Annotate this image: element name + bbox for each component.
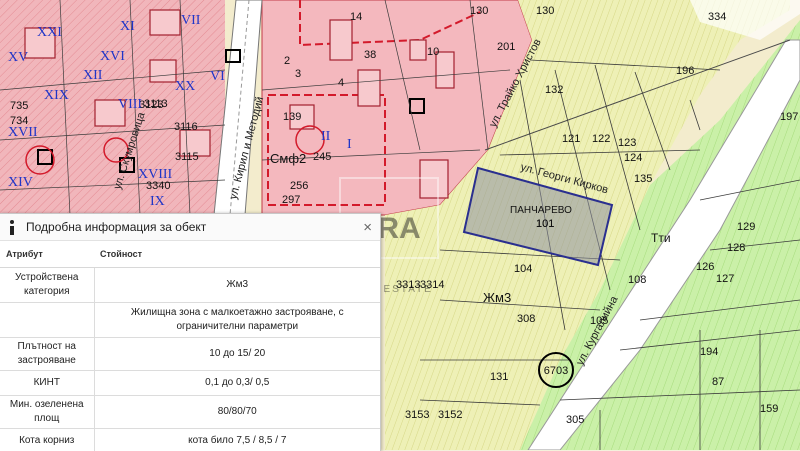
table-row: КИНТ 0,1 до 0,3/ 0,5: [0, 371, 380, 396]
roman-numeral-label: XIX: [44, 88, 69, 103]
roman-numeral-label: XX: [175, 79, 195, 94]
parcel-number-label: 2: [284, 55, 290, 67]
parcel-number-label: 197: [780, 111, 798, 123]
parcel-number-label: 121: [562, 133, 580, 145]
parcel-number-label: 130: [536, 5, 554, 17]
row-attribute: [0, 303, 94, 338]
parcel-number-label: 3: [295, 68, 301, 80]
table-row: Жилищна зона с малкоетажно застрояване, …: [0, 303, 380, 338]
parcel-number-label: 3153: [405, 409, 429, 421]
parcel-number-label: 735: [10, 100, 28, 112]
parcel-number-label: 128: [727, 242, 745, 254]
parcel-number-label: 3313: [396, 279, 420, 291]
parcel-number-label: 3115: [175, 151, 199, 163]
row-attribute: Кота корниз: [0, 429, 94, 451]
parcel-number-label: 256: [290, 180, 308, 192]
parcel-number-label: 196: [676, 65, 694, 77]
parcel-number-label: 3113: [144, 98, 168, 110]
row-attribute: КИНТ: [0, 371, 94, 396]
roman-numeral-label: IX: [150, 194, 165, 209]
parcel-number-label: 132: [545, 84, 563, 96]
table-row: Мин. озеленена площ 80/80/70: [0, 396, 380, 429]
roman-numeral-label: XVI: [100, 49, 125, 64]
parcel-number-label: 108: [628, 274, 646, 286]
parcel-number-label: 87: [712, 376, 724, 388]
roman-numeral-label: XXI: [37, 25, 62, 40]
roman-numeral-label: XV: [8, 50, 28, 65]
row-attribute: Мин. озеленена площ: [0, 396, 94, 429]
header-attribute: Атрибут: [0, 241, 94, 268]
row-value: Жилищна зона с малкоетажно застрояване, …: [94, 303, 380, 338]
parcel-number-label: 124: [624, 152, 642, 164]
row-attribute: Устройствена категория: [0, 268, 94, 303]
parcel-number-label: 297: [282, 194, 300, 206]
roman-numeral-label: II: [321, 129, 331, 144]
parcel-number-label: 105: [590, 315, 608, 327]
parcel-number-label: 10: [427, 46, 439, 58]
parcel-number-label: 334: [708, 11, 726, 23]
parcel-number-label: 129: [737, 221, 755, 233]
parcel-number-label: 159: [760, 403, 778, 415]
parcel-number-label: 245: [313, 151, 331, 163]
info-icon: [8, 220, 16, 235]
roman-numeral-label: I: [347, 137, 352, 152]
roman-numeral-label: VII: [181, 13, 201, 28]
parcel-number-label: 139: [283, 111, 301, 123]
table-row: Кота корниз кота било 7,5 / 8,5 / 7: [0, 429, 380, 451]
parcel-number-label: 131: [490, 371, 508, 383]
parcel-number-label: 130: [470, 5, 488, 17]
area-name-label: ПАНЧАРЕВО: [510, 205, 572, 216]
parcel-number-label: 123: [618, 137, 636, 149]
zone-label-tti: Тти: [651, 231, 671, 245]
close-button[interactable]: ×: [363, 220, 372, 235]
panel-header: Подробна информация за обект ×: [0, 214, 380, 241]
block-marker-label: 6703: [544, 365, 568, 377]
panel-title: Подробна информация за обект: [26, 220, 206, 234]
parcel-number-label: 135: [634, 173, 652, 185]
parcel-number-label: 3152: [438, 409, 462, 421]
roman-numeral-label: XIV: [8, 175, 33, 190]
parcel-number-label: 127: [716, 273, 734, 285]
parcel-number-label: 14: [350, 11, 362, 23]
roman-numeral-label: VIII: [118, 97, 142, 112]
parcel-number-label: 38: [364, 49, 376, 61]
row-value: 80/80/70: [94, 396, 380, 429]
roman-numeral-label: XVII: [8, 125, 38, 140]
parcel-number-label: 101: [536, 218, 554, 230]
parcel-number-label: 305: [566, 414, 584, 426]
parcel-number-label: 104: [514, 263, 532, 275]
parcel-number-label: 201: [497, 41, 515, 53]
roman-numeral-label: XVIII: [138, 167, 173, 182]
table-row: Плътност на застрояване 10 до 15/ 20: [0, 338, 380, 371]
table-row: Устройствена категория Жм3: [0, 268, 380, 303]
row-attribute: Плътност на застрояване: [0, 338, 94, 371]
row-value: кота било 7,5 / 8,5 / 7: [94, 429, 380, 451]
zone-label-zhm3-a: Жм3: [483, 290, 511, 305]
parcel-number-label: 308: [517, 313, 535, 325]
row-value: 0,1 до 0,3/ 0,5: [94, 371, 380, 396]
row-value: 10 до 15/ 20: [94, 338, 380, 371]
zone-label-smf2: Смф2: [270, 151, 306, 166]
parcel-number-label: 122: [592, 133, 610, 145]
parcel-number-label: 4: [338, 77, 344, 89]
roman-numeral-label: XI: [120, 19, 135, 34]
parcel-number-label: 194: [700, 346, 718, 358]
attribute-table: Атрибут Стойност Устройствена категория …: [0, 241, 380, 451]
object-info-panel: Подробна информация за обект × Атрибут С…: [0, 213, 381, 451]
roman-numeral-label: XII: [83, 68, 103, 83]
row-value: Жм3: [94, 268, 380, 303]
parcel-number-label: 3116: [174, 121, 198, 133]
header-value: Стойност: [94, 241, 380, 268]
parcel-number-label: 3314: [420, 279, 444, 291]
roman-numeral-label: VI: [210, 69, 225, 84]
parcel-number-label: 126: [696, 261, 714, 273]
